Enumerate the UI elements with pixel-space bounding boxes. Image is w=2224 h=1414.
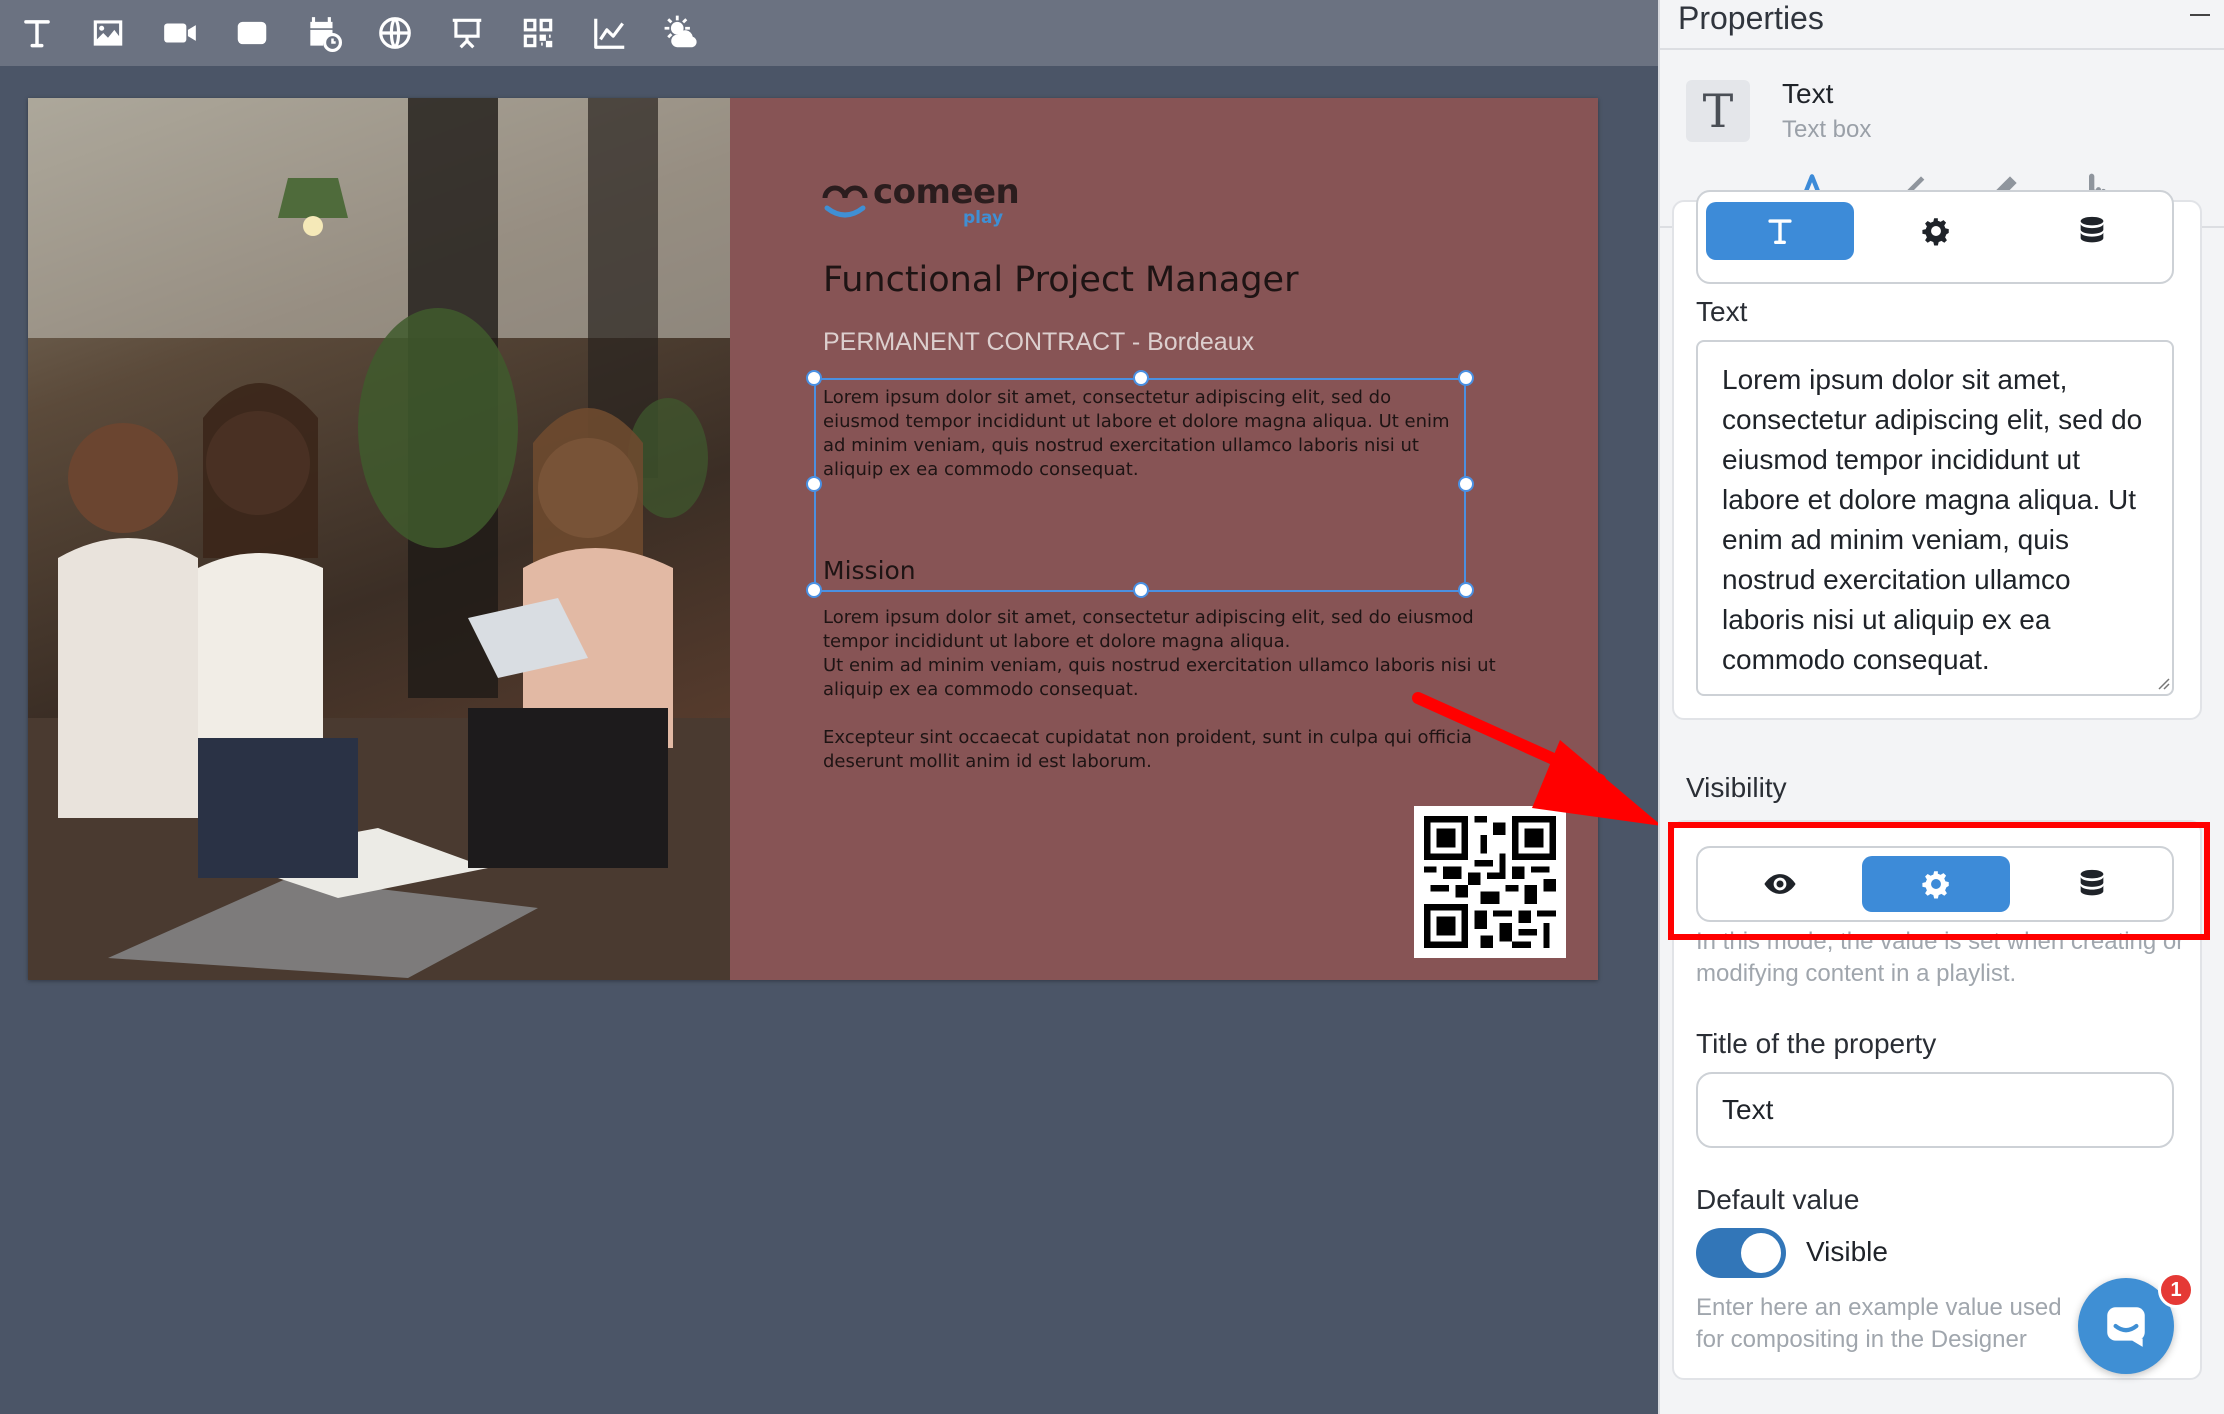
text-tool-icon[interactable] [10,8,64,58]
property-title-input[interactable] [1696,1072,2174,1148]
comeen-logo: comeen play [821,168,1041,228]
properties-panel: Properties T Text Text box Text Lorem ip… [1658,0,2224,1414]
mode-static-button[interactable] [1706,202,1854,260]
gear-icon [1922,218,1949,246]
selection-box[interactable] [806,370,1474,598]
text-label: Text [1696,296,1748,327]
web-tool-icon[interactable] [368,8,422,58]
text-card: Text Lorem ipsum dolor sit amet, consect… [1672,190,2202,720]
calendar-tool-icon[interactable] [296,8,350,58]
job-subtitle[interactable]: PERMANENT CONTRACT - Bordeaux [823,328,1254,357]
visible-toggle[interactable] [1696,1228,1786,1278]
shape-tool-icon[interactable] [225,8,279,58]
slide-canvas[interactable]: comeen play Functional Project Manager P… [28,98,1598,980]
collapse-icon[interactable] [2190,14,2210,16]
qr-code-tool-icon[interactable] [511,8,565,58]
text-content-textarea[interactable]: Lorem ipsum dolor sit amet, consectetur … [1696,340,2174,696]
property-title-label: Title of the property [1696,1028,1937,1059]
mode-data-button[interactable] [2018,202,2166,260]
resize-grip-icon[interactable] [2156,676,2170,690]
resize-handle[interactable] [1133,582,1149,598]
annotation-arrow-icon [1412,692,1662,826]
resize-handle[interactable] [1458,582,1474,598]
visibility-label: Visibility [1686,772,1787,803]
chat-icon [2107,1307,2145,1347]
element-type: Text box [1782,116,1872,143]
team-photo[interactable] [28,98,730,980]
element-name: Text [1782,78,1834,109]
resize-handle[interactable] [806,476,822,492]
weather-tool-icon[interactable] [655,8,709,58]
database-icon [2080,216,2104,243]
job-title[interactable]: Functional Project Manager [823,260,1298,300]
resize-handle[interactable] [1458,370,1474,386]
logo-wordmark: comeen [873,172,1020,212]
mode-dynamic-button[interactable] [1862,202,2010,260]
chart-tool-icon[interactable] [583,8,637,58]
example-help: Enter here an example value used for com… [1696,1294,2062,1353]
default-value-label: Default value [1696,1184,1860,1215]
text-icon [1768,219,1792,245]
resize-handle[interactable] [1133,370,1149,386]
resize-handle[interactable] [806,370,822,386]
toolbar [0,0,1658,66]
presentation-tool-icon[interactable] [440,8,494,58]
video-tool-icon[interactable] [153,8,207,58]
toggle-knob [1741,1233,1781,1273]
text-mode-selector [1696,190,2174,284]
panel-title: Properties [1678,0,1824,36]
chat-unread-badge: 1 [2158,1272,2194,1308]
text-element-icon: T [1686,80,1750,142]
logo-submark: play [963,208,1004,228]
annotation-highlight-box [1668,822,2210,940]
toggle-label: Visible [1806,1236,1888,1267]
panel-divider [1660,48,2224,50]
logo-mark-icon [822,185,868,218]
image-tool-icon[interactable] [81,8,135,58]
resize-handle[interactable] [1458,476,1474,492]
resize-handle[interactable] [806,582,822,598]
